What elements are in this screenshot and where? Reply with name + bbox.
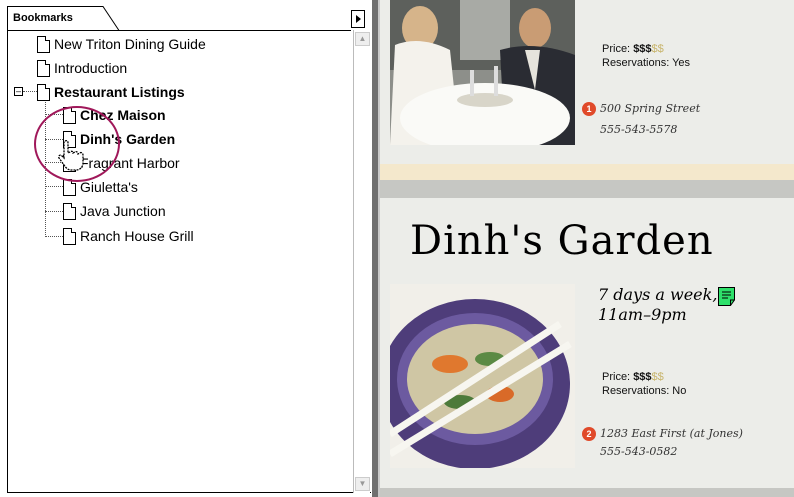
tree-connector <box>45 211 63 212</box>
page-icon <box>37 83 50 101</box>
price-symbols-dim: $$ <box>651 371 664 383</box>
price-symbols: $$$ <box>633 371 652 383</box>
price-label: Price: <box>602 43 634 55</box>
reservations-text: Reservations: No <box>602 385 687 397</box>
bookmark-label: Java Junction <box>80 203 166 219</box>
hours-text: 7 days a week, 11am–9pm <box>598 285 717 325</box>
phone-text: 555-543-0582 <box>600 445 678 458</box>
bookmark-label: Restaurant Listings <box>54 84 185 100</box>
bookmark-item[interactable]: Ranch House Grill <box>63 225 194 247</box>
restaurant-title: Dinh's Garden <box>410 218 714 264</box>
bookmarks-tab-label: Bookmarks <box>13 12 73 24</box>
tree-connector <box>45 236 63 237</box>
phone-text: 555-543-5578 <box>600 123 678 136</box>
restaurant-photo-noodles <box>390 284 575 468</box>
bookmark-item[interactable]: Java Junction <box>63 200 166 222</box>
bookmark-label: Introduction <box>54 60 128 76</box>
collapse-minus-icon[interactable]: – <box>14 87 23 96</box>
price-symbols: $$$ <box>633 43 652 55</box>
bookmark-item[interactable]: Restaurant Listings <box>37 81 185 103</box>
restaurant-photo-couple <box>390 0 575 145</box>
bookmark-label: Ranch House Grill <box>80 228 194 244</box>
price-symbols-dim: $$ <box>651 43 664 55</box>
hand-cursor-icon <box>58 139 84 171</box>
price-label: Price: <box>602 371 634 383</box>
price-row: Price: $$$$$ <box>602 370 664 384</box>
reservations-text: Reservations: Yes <box>602 57 691 69</box>
bookmark-label: Giuletta's <box>80 179 138 195</box>
page-icon <box>63 202 76 220</box>
bookmark-item[interactable]: New Triton Dining Guide <box>37 33 206 55</box>
page-icon <box>37 59 50 77</box>
panel-menu-arrow-icon[interactable] <box>351 10 365 28</box>
scroll-down-icon[interactable]: ▼ <box>355 477 370 491</box>
map-pin-icon[interactable]: 1 <box>582 102 596 116</box>
address-text: 500 Spring Street <box>600 102 701 115</box>
scroll-up-icon[interactable]: ▲ <box>355 32 370 46</box>
page-icon <box>63 227 76 245</box>
bookmark-label: New Triton Dining Guide <box>54 36 206 52</box>
bookmark-item[interactable]: Introduction <box>37 57 127 79</box>
tree-connector <box>23 91 37 92</box>
page-gap-bottom <box>380 488 794 497</box>
section-band <box>380 164 794 180</box>
hours-line-1: 7 days a week, <box>598 285 718 304</box>
hours-line-2: 11am–9pm <box>598 305 687 324</box>
map-pin-icon[interactable]: 2 <box>582 427 596 441</box>
page-gap <box>380 180 794 198</box>
address-text: 1283 East First (at Jones) <box>600 427 743 440</box>
page-icon <box>37 35 50 53</box>
price-row: Price: $$$$$ <box>602 42 664 56</box>
tree-connector <box>45 186 63 187</box>
bookmarks-scrollbar[interactable]: ▲ ▼ <box>353 30 370 493</box>
note-icon[interactable] <box>718 287 735 306</box>
